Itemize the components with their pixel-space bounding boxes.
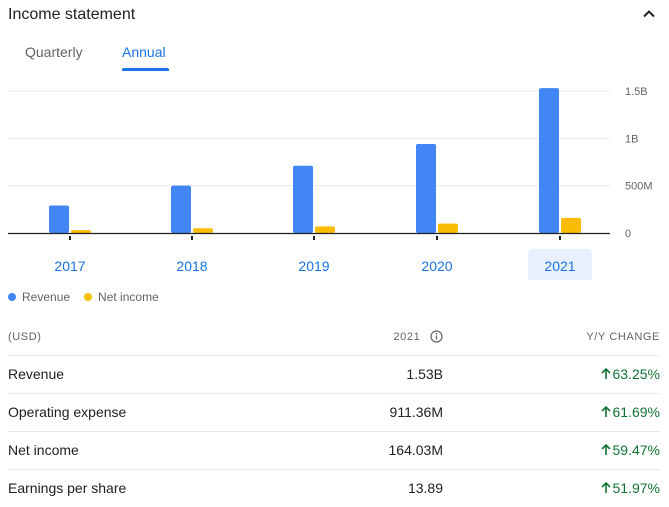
table-header-row: (USD) 2021 Y/Y CHANGE bbox=[8, 320, 660, 356]
year-header-label: 2021 bbox=[393, 331, 421, 343]
net-income-bar-2021[interactable] bbox=[561, 217, 581, 233]
row-change-value: 51.97% bbox=[612, 480, 660, 496]
row-label: Revenue bbox=[8, 366, 65, 382]
arrow-up-icon bbox=[600, 367, 611, 379]
section-header: Income statement bbox=[8, 0, 661, 30]
legend-item-net-income: Net income bbox=[84, 290, 159, 304]
table-row: Revenue 1.53B 63.25% bbox=[8, 356, 660, 394]
year-label-2017[interactable]: 2017 bbox=[54, 258, 85, 274]
legend-swatch-net-income bbox=[84, 293, 93, 301]
revenue-bar-2020[interactable] bbox=[416, 144, 436, 233]
row-label: Operating expense bbox=[8, 404, 127, 420]
year-label-2020[interactable]: 2020 bbox=[421, 258, 452, 274]
change-header: Y/Y CHANGE bbox=[586, 331, 660, 343]
income-chart: 0 500M 1B 1.5B 2017 2018 2019 2020 2021 bbox=[8, 86, 653, 280]
year-header: 2021 bbox=[393, 320, 443, 355]
info-icon[interactable] bbox=[430, 329, 443, 343]
row-value: 164.03M bbox=[388, 442, 443, 458]
currency-header: (USD) bbox=[8, 331, 42, 343]
net-income-bar-2019[interactable] bbox=[315, 226, 335, 233]
row-change: 61.69% bbox=[600, 394, 660, 431]
row-change-value: 59.47% bbox=[612, 442, 660, 458]
chevron-up-icon bbox=[643, 10, 655, 18]
net-income-bar-2018[interactable] bbox=[193, 228, 213, 233]
tab-quarterly[interactable]: Quarterly bbox=[25, 44, 83, 60]
year-label-2018[interactable]: 2018 bbox=[176, 258, 207, 274]
row-value: 911.36M bbox=[389, 404, 443, 420]
financial-table: (USD) 2021 Y/Y CHANGE Revenue 1.53B 63.2… bbox=[8, 320, 660, 507]
year-label-2021[interactable]: 2021 bbox=[544, 258, 575, 274]
y-tick-label: 500M bbox=[625, 181, 653, 193]
row-change: 59.47% bbox=[600, 432, 660, 469]
net-income-bar-2020[interactable] bbox=[438, 223, 458, 233]
revenue-bar-2017[interactable] bbox=[49, 205, 69, 233]
arrow-up-icon bbox=[600, 443, 611, 455]
collapse-button[interactable] bbox=[637, 2, 661, 26]
arrow-up-icon bbox=[600, 481, 611, 493]
tab-annual[interactable]: Annual bbox=[122, 44, 166, 60]
chart-legend: Revenue Net income bbox=[8, 290, 173, 304]
row-change: 63.25% bbox=[600, 356, 660, 393]
net-income-bar-2017[interactable] bbox=[71, 230, 91, 233]
year-label-2019[interactable]: 2019 bbox=[298, 258, 329, 274]
row-label: Net income bbox=[8, 442, 79, 458]
y-tick-label: 1B bbox=[625, 133, 638, 145]
row-value: 13.89 bbox=[407, 480, 443, 496]
legend-label-net-income: Net income bbox=[98, 290, 159, 304]
table-row: Net income 164.03M 59.47% bbox=[8, 432, 660, 470]
row-change-value: 61.69% bbox=[612, 404, 660, 420]
revenue-bar-2021[interactable] bbox=[539, 88, 559, 233]
legend-label-revenue: Revenue bbox=[22, 290, 71, 304]
arrow-up-icon bbox=[600, 405, 611, 417]
table-row: Operating expense 911.36M 61.69% bbox=[8, 394, 660, 432]
tab-active-indicator bbox=[122, 68, 169, 71]
revenue-bar-2019[interactable] bbox=[293, 165, 313, 233]
y-tick-label: 0 bbox=[625, 228, 631, 240]
row-change: 51.97% bbox=[600, 470, 660, 507]
section-title: Income statement bbox=[8, 6, 136, 23]
table-row: Earnings per share 13.89 51.97% bbox=[8, 470, 660, 507]
legend-swatch-revenue bbox=[8, 293, 16, 301]
revenue-bar-2018[interactable] bbox=[171, 185, 191, 233]
row-value: 1.53B bbox=[406, 366, 443, 382]
y-tick-label: 1.5B bbox=[625, 86, 648, 98]
row-label: Earnings per share bbox=[8, 480, 127, 496]
row-change-value: 63.25% bbox=[612, 366, 660, 382]
legend-item-revenue: Revenue bbox=[8, 290, 70, 304]
